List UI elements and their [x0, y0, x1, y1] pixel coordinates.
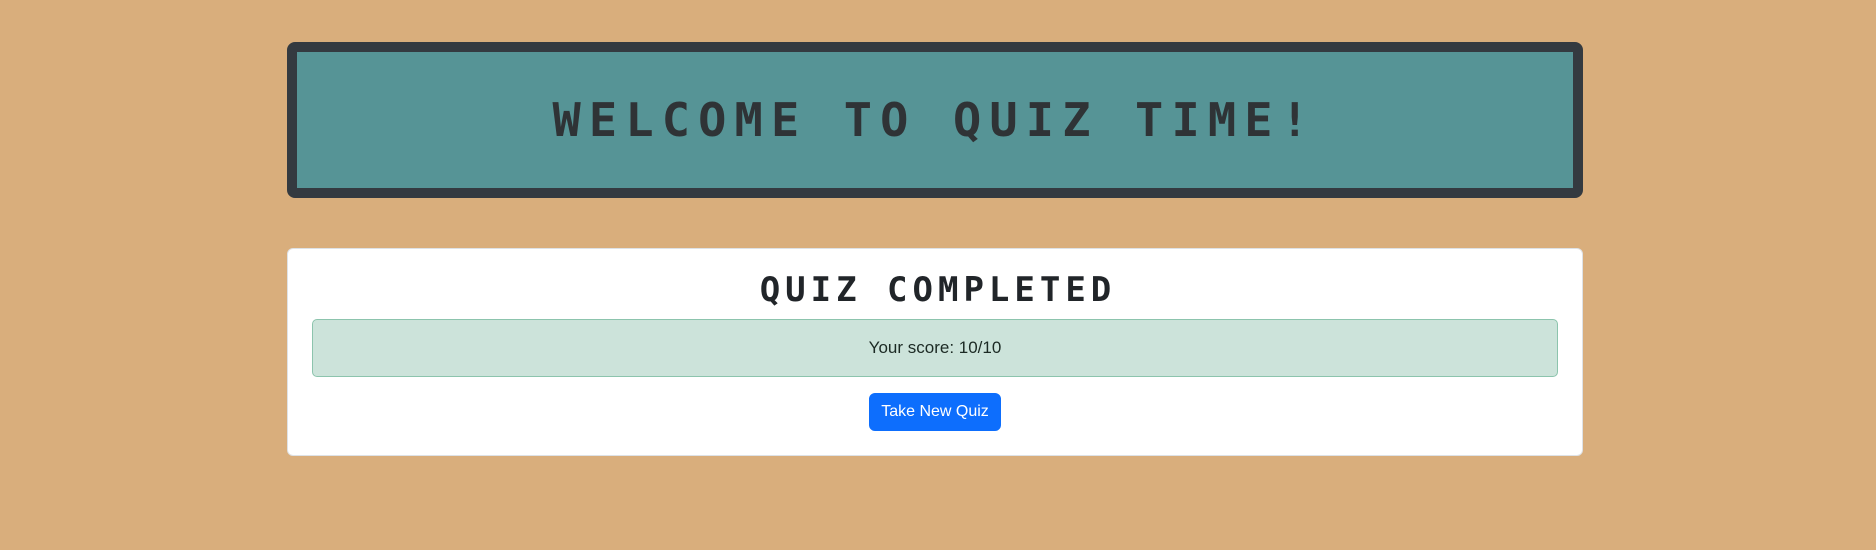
score-text: Your score: 10/10 [868, 338, 1002, 357]
page-title: WELCOME TO QUIZ TIME! [552, 93, 1318, 147]
welcome-banner: WELCOME TO QUIZ TIME! [287, 42, 1583, 198]
score-alert: Your score: 10/10 [312, 319, 1558, 377]
quiz-completed-heading: QUIZ COMPLETED [759, 270, 1117, 310]
take-new-quiz-button[interactable]: Take New Quiz [869, 393, 1001, 431]
